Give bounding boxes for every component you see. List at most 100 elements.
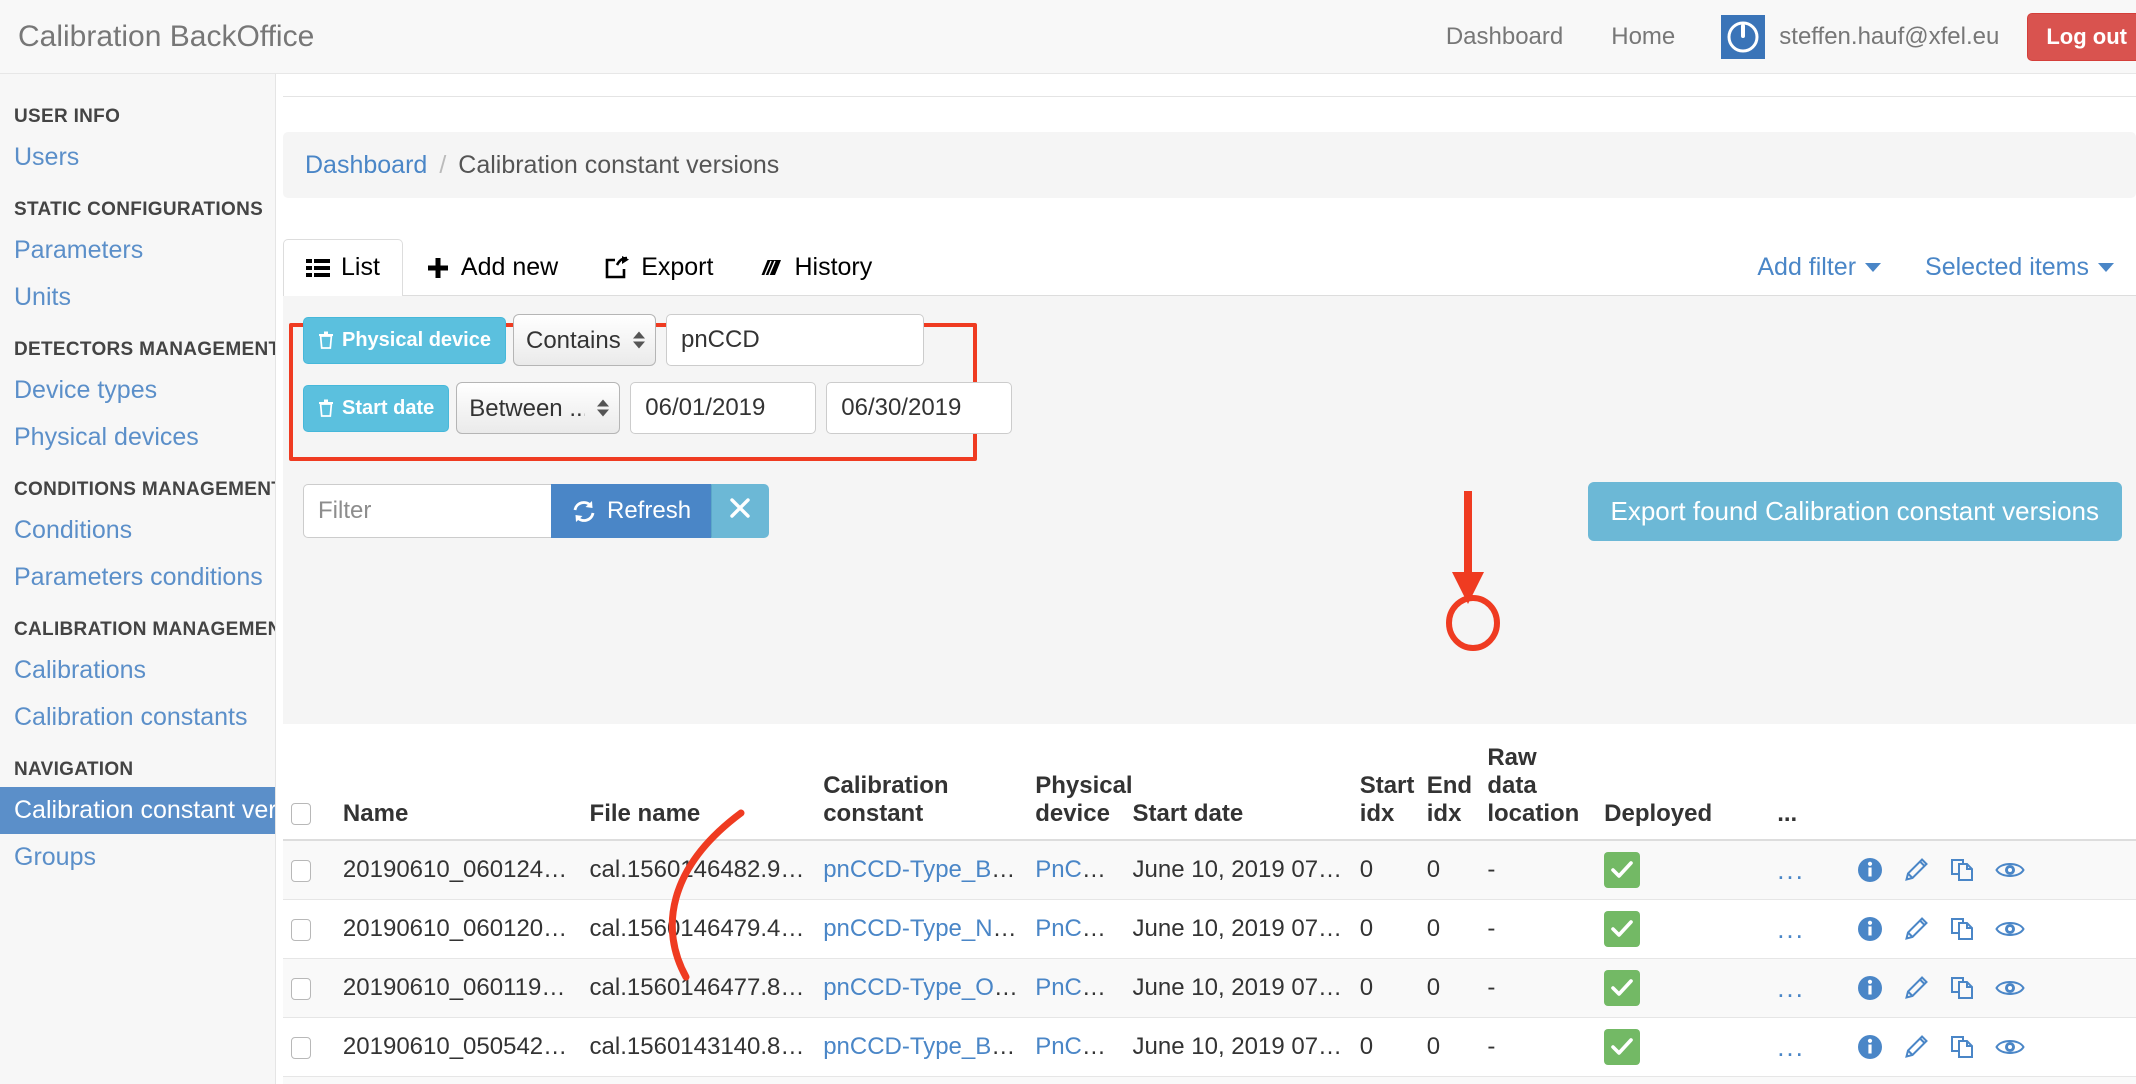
selected-items-dropdown[interactable]: Selected items <box>1903 240 2136 295</box>
col-header-raw-data-location[interactable]: Raw data location <box>1479 734 1597 842</box>
cell-physical-device: PnCCD1 <box>1027 958 1125 1018</box>
cell-physical-device: PnCCD1 <box>1027 899 1125 959</box>
sidebar-item-conditions[interactable]: Conditions <box>0 507 275 554</box>
col-header-calibration-constant[interactable]: Calibration constant <box>815 734 1028 842</box>
filter-operator-select-start-date[interactable]: Between ... and ... <box>456 382 621 434</box>
user-block[interactable]: steffen.hauf@xfel.eu <box>1699 14 2009 59</box>
info-icon[interactable] <box>1857 975 1883 1001</box>
col-header-physical-device[interactable]: Physical device <box>1027 734 1133 842</box>
cell-calibration-constant: pnCCD-Type_Noise... <box>815 1076 1028 1084</box>
sidebar-item-calibration-constant-versions[interactable]: Calibration constant versions <box>0 787 275 834</box>
sidebar-item-groups[interactable]: Groups <box>0 834 275 881</box>
tab-export-label: Export <box>641 253 714 281</box>
deployed-check-icon <box>1604 911 1641 948</box>
filter-date-to-input[interactable] <box>826 382 1013 434</box>
edit-icon[interactable] <box>1903 975 1929 1001</box>
calibration-constant-link[interactable]: pnCCD-Type_BadP... <box>823 856 1027 883</box>
tab-history[interactable]: History <box>736 239 895 295</box>
select-all-checkbox[interactable] <box>291 803 311 826</box>
breadcrumb-current: Calibration constant versions <box>458 150 780 179</box>
cell-more[interactable]: ... <box>1769 1076 1850 1084</box>
close-icon <box>729 497 751 526</box>
trash-icon <box>318 331 334 349</box>
physical-device-link[interactable]: PnCCD1 <box>1035 856 1124 883</box>
search-input[interactable] <box>303 484 551 538</box>
refresh-label: Refresh <box>607 497 692 524</box>
add-filter-dropdown[interactable]: Add filter <box>1735 240 1903 295</box>
calibration-constant-link[interactable]: pnCCD-Type_Offse... <box>823 974 1027 1001</box>
cell-more[interactable]: ... <box>1769 899 1850 959</box>
row-checkbox[interactable] <box>291 918 311 941</box>
edit-icon[interactable] <box>1903 857 1929 883</box>
view-icon[interactable] <box>1995 858 2025 882</box>
logout-button[interactable]: Log out <box>2027 12 2136 61</box>
clone-icon[interactable] <box>1949 975 1975 1001</box>
filter-tag-start-date[interactable]: Start date <box>303 384 450 432</box>
filter-value-input-physical-device[interactable] <box>665 314 924 366</box>
cell-name: 20190610_050542_... <box>334 1017 582 1077</box>
cell-start-idx: 0 <box>1351 1017 1419 1077</box>
plus-icon <box>426 256 450 280</box>
physical-device-link[interactable]: PnCCD1 <box>1035 974 1124 1001</box>
calibration-constant-link[interactable]: pnCCD-Type_BadP... <box>823 1033 1027 1060</box>
filter-date-from-input[interactable] <box>630 382 817 434</box>
edit-icon[interactable] <box>1903 1034 1929 1060</box>
col-header-deployed[interactable]: Deployed <box>1596 734 1770 842</box>
col-header-actions <box>1849 734 2136 842</box>
deployed-check-icon <box>1604 970 1641 1007</box>
tab-list[interactable]: List <box>283 239 403 296</box>
col-header-name[interactable]: Name <box>334 734 582 842</box>
physical-device-link[interactable]: PnCCD1 <box>1035 915 1124 942</box>
deployed-check-icon <box>1604 852 1641 889</box>
cell-more[interactable]: ... <box>1769 958 1850 1018</box>
calibration-constant-link[interactable]: pnCCD-Type_Noise... <box>823 915 1027 942</box>
sidebar-item-parameters[interactable]: Parameters <box>0 227 275 274</box>
view-icon[interactable] <box>1995 1035 2025 1059</box>
clone-icon[interactable] <box>1949 857 1975 883</box>
tab-export[interactable]: Export <box>581 239 736 295</box>
sidebar-item-parameters-conditions[interactable]: Parameters conditions <box>0 554 275 601</box>
row-checkbox[interactable] <box>291 977 311 1000</box>
cell-end-idx: 0 <box>1418 958 1480 1018</box>
nav-link-home[interactable]: Home <box>1587 23 1699 51</box>
filter-tag-physical-device[interactable]: Physical device <box>303 316 506 364</box>
col-header-start-date[interactable]: Start date <box>1124 734 1352 842</box>
cell-more[interactable]: ... <box>1769 839 1850 900</box>
col-header-file-name[interactable]: File name <box>581 734 816 842</box>
sidebar-item-units[interactable]: Units <box>0 274 275 321</box>
app-brand[interactable]: Calibration BackOffice <box>18 20 314 54</box>
sidebar-item-calibrations[interactable]: Calibrations <box>0 647 275 694</box>
sidebar-item-users[interactable]: Users <box>0 134 275 181</box>
table-row: 20190610_050538_...cal.1560143137.03...p… <box>283 1076 2136 1084</box>
cell-start-date: June 10, 2019 07:57 <box>1124 899 1352 959</box>
view-icon[interactable] <box>1995 917 2025 941</box>
cell-start-idx: 0 <box>1351 958 1419 1018</box>
row-checkbox[interactable] <box>291 859 311 882</box>
sidebar-item-physical-devices[interactable]: Physical devices <box>0 414 275 461</box>
sidebar-item-device-types[interactable]: Device types <box>0 367 275 414</box>
edit-icon[interactable] <box>1903 916 1929 942</box>
sidebar-item-calibration-constants[interactable]: Calibration constants <box>0 694 275 741</box>
row-checkbox[interactable] <box>291 1036 311 1059</box>
sidebar-heading-navigation: NAVIGATION <box>14 759 134 780</box>
add-filter-label: Add filter <box>1757 253 1857 281</box>
tab-add-new[interactable]: Add new <box>403 239 581 295</box>
info-icon[interactable] <box>1857 857 1883 883</box>
info-icon[interactable] <box>1857 1034 1883 1060</box>
cell-file-name: cal.1560146482.95... <box>581 839 816 900</box>
nav-link-dashboard[interactable]: Dashboard <box>1422 23 1587 51</box>
info-icon[interactable] <box>1857 916 1883 942</box>
view-icon[interactable] <box>1995 976 2025 1000</box>
col-header-end-idx[interactable]: End idx <box>1418 734 1480 842</box>
clone-icon[interactable] <box>1949 916 1975 942</box>
cell-more[interactable]: ... <box>1769 1017 1850 1077</box>
clear-filter-button[interactable] <box>711 484 770 538</box>
physical-device-link[interactable]: PnCCD1 <box>1035 1033 1124 1060</box>
refresh-button[interactable]: Refresh <box>551 484 712 538</box>
clone-icon[interactable] <box>1949 1034 1975 1060</box>
col-header-start-idx[interactable]: Start idx <box>1351 734 1419 842</box>
export-found-button[interactable]: Export found Calibration constant versio… <box>1587 482 2122 541</box>
filter-operator-select-physical-device[interactable]: Contains <box>512 314 656 366</box>
breadcrumb-dashboard[interactable]: Dashboard <box>305 151 427 180</box>
cell-deployed <box>1596 839 1770 900</box>
